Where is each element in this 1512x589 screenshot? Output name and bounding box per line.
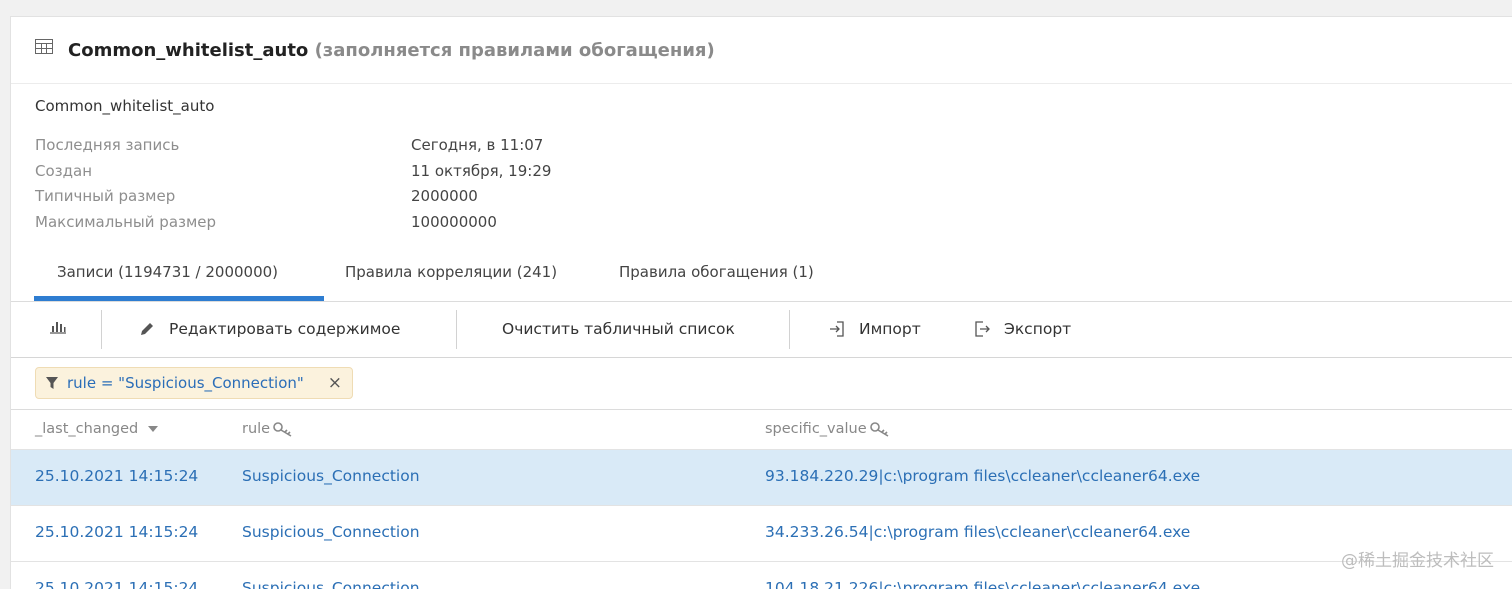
column-label: rule	[242, 421, 271, 437]
meta-value: 2000000	[411, 187, 478, 205]
table-row[interactable]: 25.10.2021 14:15:24 Suspicious_Connectio…	[11, 561, 1512, 589]
table-row[interactable]: 25.10.2021 14:15:24 Suspicious_Connectio…	[11, 449, 1512, 505]
meta-label: Создан	[35, 161, 92, 180]
edit-content-label: Редактировать содержимое	[169, 320, 401, 338]
cell-last-changed: 25.10.2021 14:15:24	[35, 579, 199, 589]
import-label: Импорт	[859, 320, 921, 338]
meta-label: Максимальный размер	[35, 212, 217, 231]
meta-info: Последняя запись Сегодня, в 11:07 Создан…	[35, 133, 551, 235]
column-label: _last_changed	[35, 421, 139, 437]
clear-list-button[interactable]: Очистить табличный список	[502, 320, 735, 338]
close-icon[interactable]: ×	[328, 373, 342, 393]
key-icon	[869, 422, 889, 437]
filter-icon	[46, 377, 58, 389]
table-icon	[35, 39, 53, 54]
edit-content-button[interactable]: Редактировать содержимое	[138, 320, 400, 338]
table-body: 25.10.2021 14:15:24 Suspicious_Connectio…	[11, 449, 1512, 589]
table-name: Common_whitelist_auto	[35, 97, 215, 115]
cell-last-changed: 25.10.2021 14:15:24	[35, 523, 199, 541]
cell-last-changed: 25.10.2021 14:15:24	[35, 467, 199, 485]
meta-label: Последняя запись	[35, 136, 180, 154]
tab-records[interactable]: Записи (1194731 / 2000000)	[57, 263, 278, 281]
cell-rule: Suspicious_Connection	[242, 579, 420, 589]
filter-bar: rule = "Suspicious_Connection" ×	[11, 358, 1512, 410]
import-button[interactable]: Импорт	[828, 320, 921, 338]
column-header-specific-value[interactable]: specific_value	[765, 421, 892, 437]
import-icon	[830, 321, 844, 337]
meta-row-max-size: Максимальный размер 100000000	[35, 210, 551, 236]
tab-bar: Записи (1194731 / 2000000) Правила корре…	[11, 251, 1512, 302]
cell-rule: Suspicious_Connection	[242, 523, 420, 541]
sort-down-icon	[148, 426, 159, 432]
toolbar-divider	[456, 310, 457, 349]
export-icon	[975, 321, 990, 337]
tab-correlation-rules[interactable]: Правила корреляции (241)	[345, 263, 557, 281]
toolbar-divider	[101, 310, 102, 349]
bar-chart-icon	[50, 322, 66, 334]
meta-value: 100000000	[411, 212, 497, 231]
watermark: @稀土掘金技术社区	[1341, 551, 1494, 571]
toolbar: Редактировать содержимое Очистить таблич…	[11, 302, 1512, 358]
title-text: Common_whitelist_auto	[68, 40, 309, 61]
cell-specific-value: 104.18.21.226|c:\program files\ccleaner\…	[765, 579, 1201, 589]
title-subtitle: (заполняется правилами обогащения)	[314, 40, 715, 61]
cell-specific-value: 93.184.220.29|c:\program files\ccleaner\…	[765, 467, 1201, 485]
filter-text: rule = "Suspicious_Connection"	[67, 374, 304, 392]
meta-row-last-record: Последняя запись Сегодня, в 11:07	[35, 133, 551, 159]
table-panel: Common_whitelist_auto (заполняется прави…	[10, 16, 1512, 589]
meta-row-created: Создан 11 октября, 19:29	[35, 159, 551, 185]
toolbar-divider	[789, 310, 790, 349]
meta-value: Сегодня, в 11:07	[411, 136, 544, 154]
key-icon	[273, 422, 292, 437]
meta-value: 11 октября, 19:29	[411, 161, 552, 180]
filter-chip[interactable]: rule = "Suspicious_Connection" ×	[35, 367, 353, 399]
export-button[interactable]: Экспорт	[973, 320, 1071, 338]
meta-row-typical-size: Типичный размер 2000000	[35, 184, 551, 210]
cell-rule: Suspicious_Connection	[242, 467, 420, 485]
pencil-icon	[141, 323, 153, 335]
panel-header: Common_whitelist_auto (заполняется прави…	[11, 17, 1512, 84]
column-header-last-changed[interactable]: _last_changed	[35, 421, 159, 437]
meta-label: Типичный размер	[35, 187, 176, 205]
table-row[interactable]: 25.10.2021 14:15:24 Suspicious_Connectio…	[11, 505, 1512, 561]
page-title: Common_whitelist_auto (заполняется прави…	[68, 40, 715, 61]
active-tab-indicator	[34, 296, 324, 301]
column-label: specific_value	[765, 421, 867, 437]
clear-list-label: Очистить табличный список	[502, 320, 735, 338]
cell-specific-value: 34.233.26.54|c:\program files\ccleaner\c…	[765, 523, 1191, 541]
column-header-rule[interactable]: rule	[242, 421, 295, 437]
export-label: Экспорт	[1004, 320, 1072, 338]
tab-enrichment-rules[interactable]: Правила обогащения (1)	[619, 263, 814, 281]
chart-button[interactable]	[49, 318, 67, 334]
